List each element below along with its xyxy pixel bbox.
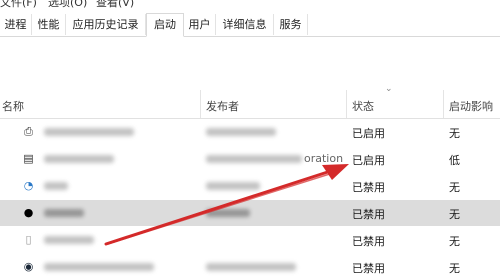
status-text: 已启用 — [352, 154, 385, 167]
blurred-app-name — [44, 155, 114, 163]
blurred-publisher — [206, 182, 260, 190]
impact-text: 无 — [449, 181, 460, 194]
menu-bar: 文件(F) 选项(O) 查看(V) — [0, 0, 500, 9]
tab-processes[interactable]: 进程 — [0, 14, 32, 35]
status-text: 已禁用 — [352, 208, 385, 221]
blurred-publisher — [206, 263, 296, 271]
table-row[interactable]: ● 已禁用 无 — [0, 200, 500, 226]
menu-file[interactable]: 文件(F) — [0, 0, 37, 10]
blurred-publisher — [206, 155, 302, 163]
column-header-row: 名称 发布者 状态 启动影响 — [0, 90, 500, 119]
column-divider[interactable] — [346, 90, 347, 118]
document-icon: ▯ — [25, 233, 32, 246]
notepad-icon: ▤ — [23, 152, 34, 165]
blurred-app-name — [44, 128, 134, 136]
menu-options[interactable]: 选项(O) — [48, 0, 87, 10]
penguin-icon: ● — [23, 206, 34, 219]
blurred-app-name — [44, 209, 84, 217]
column-status[interactable]: 状态 — [352, 98, 374, 114]
column-impact[interactable]: 启动影响 — [449, 98, 493, 114]
blurred-app-name — [44, 263, 154, 271]
column-name[interactable]: 名称 — [2, 98, 24, 114]
table-row[interactable]: ▯ 已禁用 无 — [0, 227, 500, 253]
publisher-text: oration — [304, 152, 344, 165]
blurred-app-name — [44, 182, 68, 190]
impact-text: 低 — [449, 154, 460, 167]
menu-view[interactable]: 查看(V) — [96, 0, 134, 10]
tab-startup[interactable]: 启动 — [146, 13, 184, 37]
tab-performance[interactable]: 性能 — [32, 14, 66, 35]
impact-text: 无 — [449, 127, 460, 140]
table-row[interactable]: ⎙ 已启用 无 — [0, 119, 500, 145]
column-publisher[interactable]: 发布者 — [206, 98, 239, 114]
printer-icon: ⎙ — [24, 125, 33, 138]
tab-users[interactable]: 用户 — [184, 14, 216, 35]
column-divider[interactable] — [443, 90, 444, 118]
table-row[interactable]: ◔ 已禁用 无 — [0, 173, 500, 199]
tab-bar: 进程 性能 应用历史记录 启动 用户 详细信息 服务 — [0, 12, 500, 37]
column-divider[interactable] — [200, 90, 201, 118]
tab-details[interactable]: 详细信息 — [216, 14, 274, 35]
impact-text: 无 — [449, 208, 460, 221]
status-text: 已禁用 — [352, 181, 385, 194]
status-text: 已禁用 — [352, 262, 385, 275]
blurred-app-name — [44, 236, 94, 244]
table-row[interactable]: ▤ oration 已启用 低 — [0, 146, 500, 172]
tab-services[interactable]: 服务 — [274, 14, 308, 35]
status-text: 已启用 — [352, 127, 385, 140]
status-text: 已禁用 — [352, 235, 385, 248]
blurred-publisher — [206, 128, 276, 136]
impact-text: 无 — [449, 235, 460, 248]
clock-icon: ◔ — [23, 179, 34, 192]
tab-app-history[interactable]: 应用历史记录 — [66, 14, 146, 35]
impact-text: 无 — [449, 262, 460, 275]
blurred-publisher — [206, 209, 250, 217]
table-row[interactable]: ◉ 已禁用 无 — [0, 254, 500, 280]
